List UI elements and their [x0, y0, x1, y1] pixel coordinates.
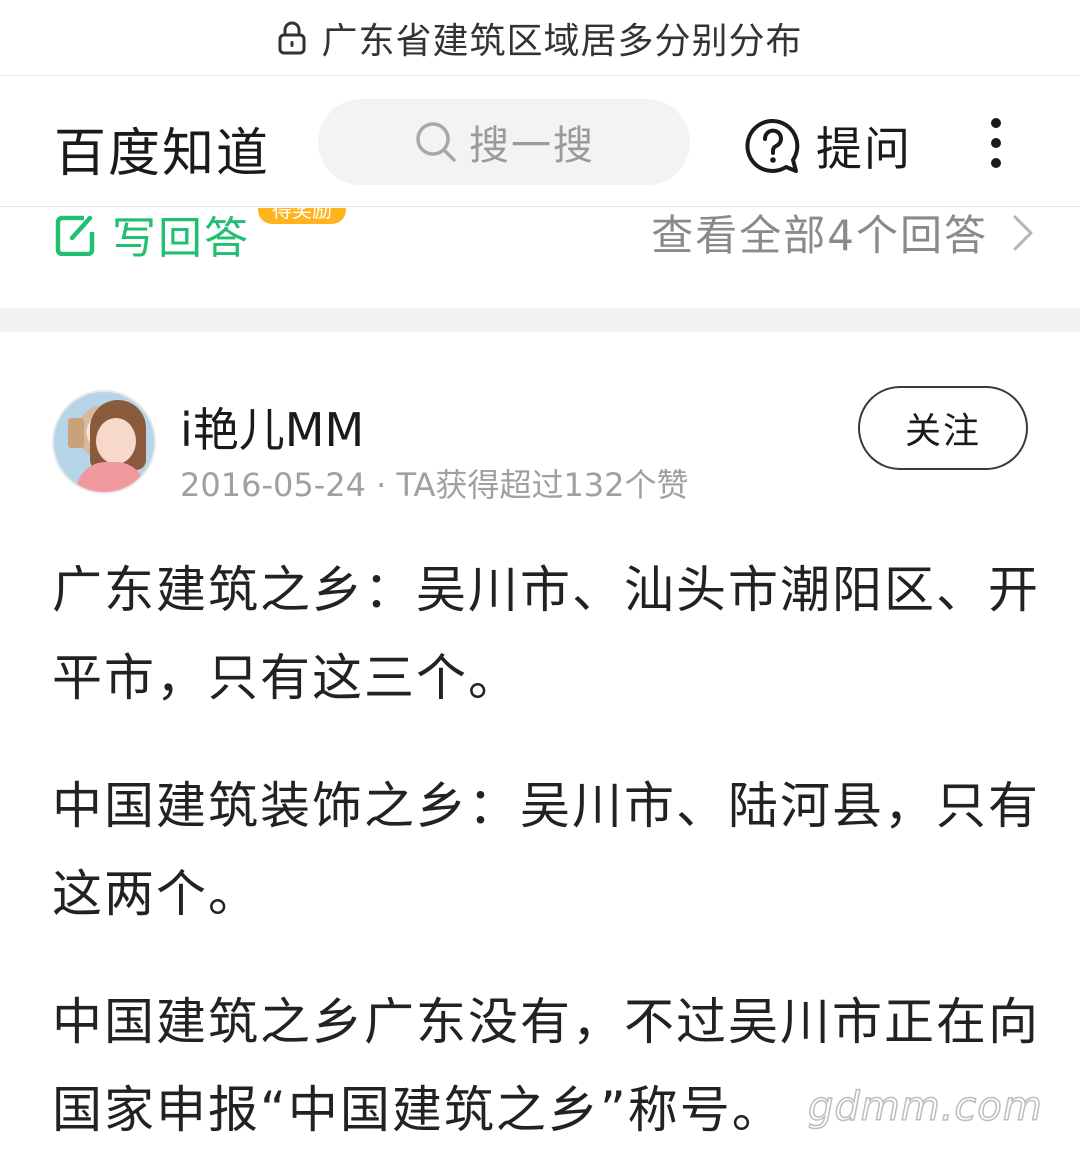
watermark: gdmm.com — [807, 1083, 1043, 1131]
answer-paragraph: 中国建筑装饰之乡：吴川市、陆河县，只有这两个。 — [52, 777, 1040, 923]
view-all-answers-label: 查看全部4个回答 — [651, 211, 988, 260]
search-placeholder: 搜一搜 — [469, 123, 595, 169]
answer-body: 广东建筑之乡：吴川市、汕头市潮阳区、开平市，只有这三个。 中国建筑装饰之乡：吴川… — [52, 546, 1042, 1170]
more-vertical-icon[interactable] — [984, 117, 1008, 169]
answer-action-strip: 写回答 得奖励 查看全部4个回答 — [0, 208, 1080, 308]
edit-icon — [55, 215, 95, 256]
write-answer-label: 写回答 — [112, 213, 250, 264]
write-answer-button[interactable]: 写回答 — [54, 208, 250, 266]
answer-paragraph: 广东建筑之乡：吴川市、汕头市潮阳区、开平市，只有这三个。 — [52, 561, 1040, 707]
brand-logo-text[interactable]: 百度知道 — [54, 111, 270, 186]
ask-label: 提问 — [816, 122, 912, 176]
search-input[interactable]: 搜一搜 — [318, 99, 690, 185]
page: 广东省建筑区域居多分别分布 百度知道 搜一搜 提问 写回答 得奖励 查看全部4个… — [0, 0, 1080, 1170]
section-divider — [0, 308, 1080, 332]
view-all-answers-link[interactable]: 查看全部4个回答 — [651, 208, 1034, 263]
avatar[interactable] — [52, 390, 156, 494]
follow-button[interactable]: 关注 — [858, 386, 1028, 470]
author-meta: 2016-05-24 · TA获得超过132个赞 — [180, 466, 689, 504]
site-header: 百度知道 搜一搜 提问 — [0, 77, 1080, 207]
author-card: i艳儿MM 2016-05-24 · TA获得超过132个赞 关注 — [0, 332, 1080, 522]
ask-question-button[interactable]: 提问 — [744, 113, 912, 179]
author-name[interactable]: i艳儿MM — [180, 394, 364, 460]
search-icon — [416, 122, 456, 162]
chevron-right-icon — [1013, 215, 1033, 250]
page-title: 广东省建筑区域居多分别分布 — [321, 20, 803, 62]
browser-url-bar[interactable]: 广东省建筑区域居多分别分布 — [0, 0, 1080, 76]
lock-icon — [278, 21, 306, 54]
question-bubble-icon — [745, 118, 800, 173]
reward-badge: 得奖励 — [258, 208, 346, 224]
